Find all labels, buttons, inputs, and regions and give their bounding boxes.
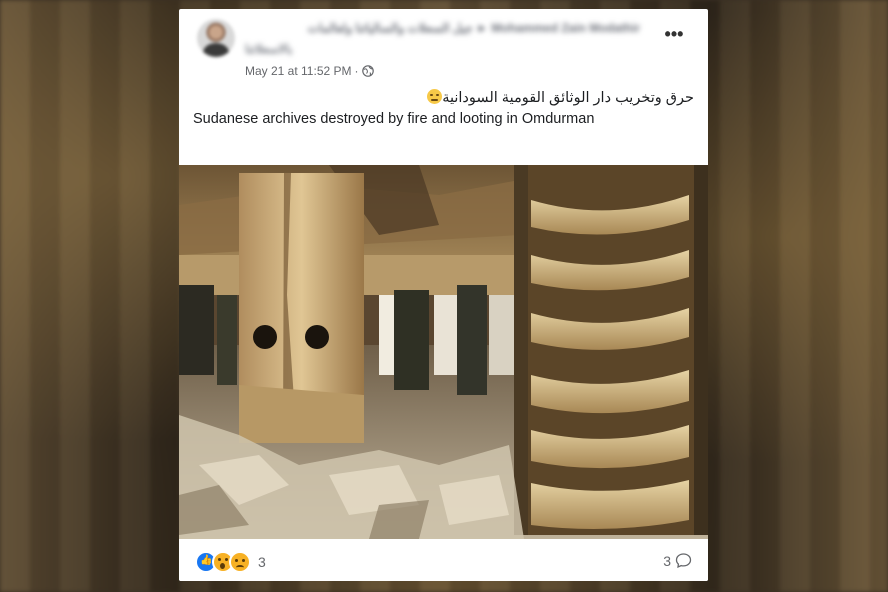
comments-summary[interactable]: 3 [663, 552, 692, 569]
post-text-arabic: حرق وتخريب دار الوثائق القومية السودانية [193, 89, 694, 106]
post-text-english: Sudanese archives destroyed by fire and … [193, 111, 595, 127]
comment-count: 3 [663, 552, 671, 569]
globe-icon [361, 65, 374, 77]
more-options-button[interactable]: ••• [662, 25, 686, 43]
reactions-summary[interactable]: 3 [195, 551, 266, 573]
post-meta: May 21 at 11:52 PM · [245, 64, 374, 78]
thinking-face-emoji-icon [427, 89, 443, 104]
post-photo[interactable] [179, 165, 708, 539]
author-name-redacted[interactable]: Mohammed Zain Modathir ► جيل السعلات وال… [245, 21, 640, 35]
facebook-post-card: Mohammed Zain Modathir ► جيل السعلات وال… [179, 9, 708, 581]
reaction-count: 3 [258, 554, 266, 570]
post-text-arabic-content: حرق وتخريب دار الوثائق القومية السودانية [442, 90, 694, 106]
author-avatar[interactable] [197, 19, 235, 57]
author-name-redacted-line2: بالاسعلاتنا [245, 42, 293, 56]
comment-icon [675, 553, 692, 569]
post-timestamp[interactable]: May 21 at 11:52 PM [245, 64, 352, 78]
sad-icon [229, 551, 251, 573]
post-footer: 3 3 [179, 539, 708, 581]
meta-separator: · [354, 64, 359, 78]
post-header: Mohammed Zain Modathir ► جيل السعلات وال… [179, 9, 708, 89]
